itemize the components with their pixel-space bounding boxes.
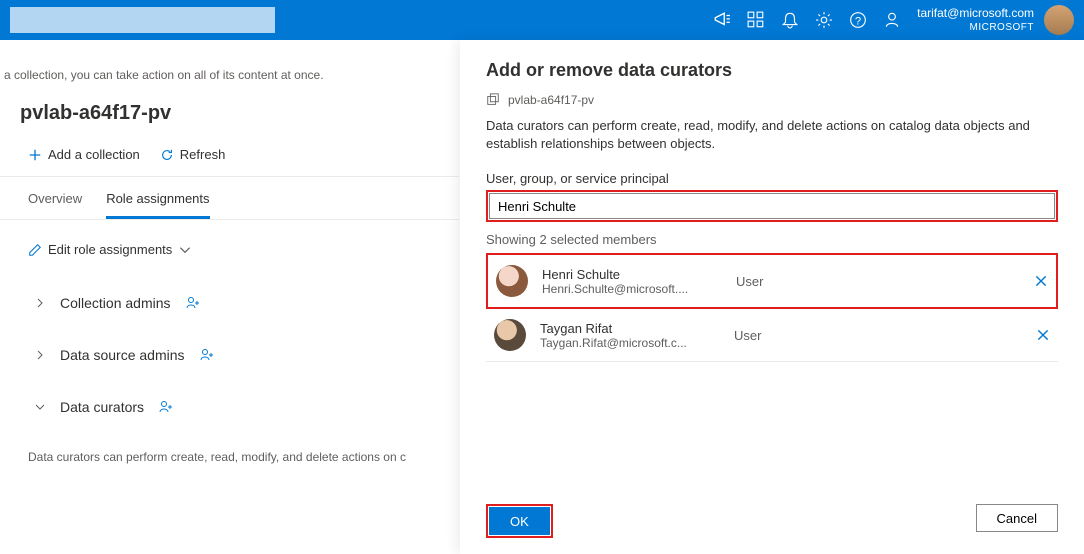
person-add-icon[interactable] — [185, 295, 201, 311]
role-label: Data curators — [60, 399, 144, 415]
page-title: pvlab-a64f17-pv — [0, 92, 459, 139]
member-name: Taygan Rifat — [540, 321, 720, 336]
help-icon[interactable]: ? — [849, 11, 867, 29]
member-type: User — [734, 328, 1022, 343]
role-label: Data source admins — [60, 347, 185, 363]
remove-member-button[interactable] — [1036, 328, 1050, 342]
account-org: MICROSOFT — [917, 21, 1034, 34]
principal-search-input[interactable] — [489, 193, 1055, 219]
member-name: Henri Schulte — [542, 267, 722, 282]
chevron-right-icon — [34, 349, 46, 361]
announcement-icon[interactable] — [713, 11, 731, 29]
refresh-button[interactable]: Refresh — [160, 147, 226, 162]
flyout-title: Add or remove data curators — [486, 60, 1058, 81]
feedback-icon[interactable] — [883, 11, 901, 29]
settings-icon[interactable] — [815, 11, 833, 29]
chevron-right-icon — [34, 297, 46, 309]
chevron-down-icon — [178, 243, 192, 257]
refresh-icon — [160, 148, 174, 162]
cancel-button[interactable]: Cancel — [976, 504, 1058, 532]
flyout-description: Data curators can perform create, read, … — [486, 117, 1058, 153]
role-label: Collection admins — [60, 295, 171, 311]
member-email: Henri.Schulte@microsoft.... — [542, 282, 722, 296]
pencil-icon — [28, 243, 42, 257]
role-collection-admins[interactable]: Collection admins — [28, 277, 431, 329]
top-bar: ? tarifat@microsoft.com MICROSOFT — [0, 0, 1084, 40]
edit-role-assignments-button[interactable]: Edit role assignments — [0, 220, 459, 267]
member-email: Taygan.Rifat@microsoft.c... — [540, 336, 720, 350]
member-type: User — [736, 274, 1020, 289]
collection-icon — [486, 93, 500, 107]
directory-icon[interactable] — [747, 11, 765, 29]
refresh-label: Refresh — [180, 147, 226, 162]
svg-text:?: ? — [855, 16, 861, 28]
flyout-panel: Add or remove data curators pvlab-a64f17… — [460, 40, 1084, 554]
account-control[interactable]: tarifat@microsoft.com MICROSOFT — [917, 5, 1074, 35]
member-avatar — [496, 265, 528, 297]
account-email: tarifat@microsoft.com — [917, 6, 1034, 22]
tab-overview[interactable]: Overview — [28, 191, 82, 219]
ok-button-highlight: OK — [486, 504, 553, 538]
remove-member-button[interactable] — [1034, 274, 1048, 288]
notification-icon[interactable] — [781, 11, 799, 29]
add-collection-button[interactable]: Add a collection — [28, 147, 140, 162]
plus-icon — [28, 148, 42, 162]
member-row: Henri Schulte Henri.Schulte@microsoft...… — [486, 253, 1058, 309]
topbar-right: ? tarifat@microsoft.com MICROSOFT — [713, 5, 1074, 35]
flyout-scope-text: pvlab-a64f17-pv — [508, 93, 594, 107]
ok-button[interactable]: OK — [489, 507, 550, 535]
flyout-footer: OK Cancel — [486, 488, 1058, 538]
left-panel: a collection, you can take action on all… — [0, 40, 460, 554]
role-data-source-admins[interactable]: Data source admins — [28, 329, 431, 381]
search-input-highlight — [486, 190, 1058, 222]
showing-count: Showing 2 selected members — [486, 232, 1058, 247]
chevron-down-icon — [34, 401, 46, 413]
global-search-input[interactable] — [10, 7, 275, 33]
collection-toolbar: Add a collection Refresh — [0, 139, 459, 177]
breadcrumb-note: a collection, you can take action on all… — [0, 40, 459, 92]
member-row: Taygan Rifat Taygan.Rifat@microsoft.c...… — [486, 309, 1058, 362]
edit-role-label: Edit role assignments — [48, 242, 172, 257]
role-data-curators[interactable]: Data curators — [28, 381, 431, 433]
role-list: Collection admins Data source admins Dat… — [0, 267, 459, 443]
tab-role-assignments[interactable]: Role assignments — [106, 191, 209, 219]
role-description: Data curators can perform create, read, … — [0, 443, 459, 472]
flyout-scope: pvlab-a64f17-pv — [486, 93, 1058, 107]
tabs: Overview Role assignments — [0, 177, 459, 220]
person-add-icon[interactable] — [199, 347, 215, 363]
search-field-label: User, group, or service principal — [486, 171, 1058, 186]
member-avatar — [494, 319, 526, 351]
person-add-icon[interactable] — [158, 399, 174, 415]
add-collection-label: Add a collection — [48, 147, 140, 162]
account-avatar — [1044, 5, 1074, 35]
